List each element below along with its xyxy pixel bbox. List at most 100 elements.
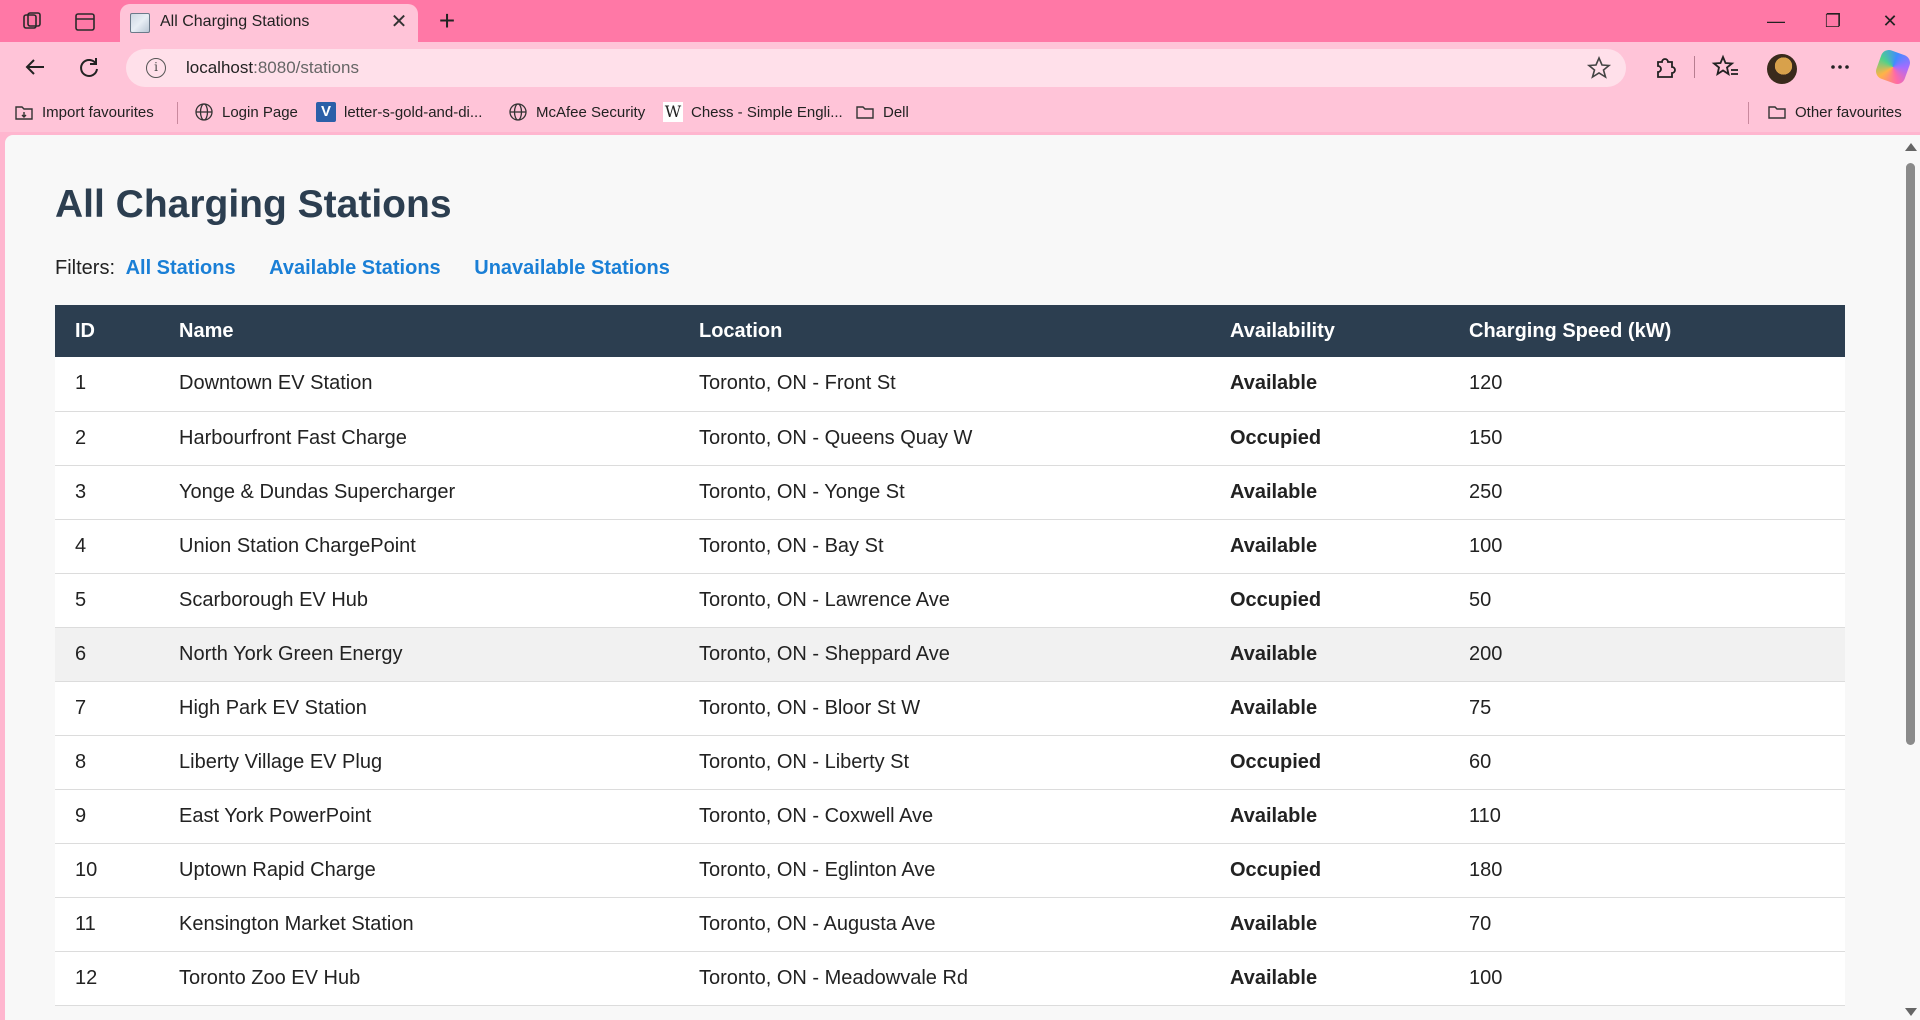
globe-icon [194, 102, 214, 122]
cell-id: 2 [55, 411, 159, 466]
cell-name: Downtown EV Station [159, 357, 679, 412]
cell-id: 5 [55, 573, 159, 628]
bookmark-import-favourites[interactable]: Import favourites [14, 100, 154, 124]
copilot-icon[interactable] [1873, 47, 1913, 87]
cell-charging-speed: 250 [1449, 465, 1845, 520]
back-arrow-icon[interactable] [20, 52, 50, 82]
cell-name: High Park EV Station [159, 681, 679, 736]
url-host: localhost [186, 58, 254, 77]
vertical-scrollbar[interactable] [1900, 135, 1920, 1020]
browser-title-bar: All Charging Stations ✕ + — ❐ ✕ [0, 0, 1920, 42]
bookmark-login-page[interactable]: Login Page [194, 100, 298, 124]
tab-all-charging-stations[interactable]: All Charging Stations ✕ [120, 4, 418, 42]
bookmark-label: McAfee Security [536, 103, 646, 121]
minimize-button[interactable]: — [1756, 6, 1796, 36]
cell-charging-speed: 100 [1449, 951, 1845, 1006]
folder-icon [855, 102, 875, 122]
import-icon [14, 102, 34, 122]
browser-toolbar: i localhost:8080/stations [0, 42, 1920, 92]
tab-actions-icon[interactable] [72, 9, 98, 35]
cell-location: Toronto, ON - Lawrence Ave [679, 573, 1210, 628]
cell-location: Toronto, ON - Eglinton Ave [679, 843, 1210, 898]
close-window-button[interactable]: ✕ [1870, 6, 1910, 36]
url-path: :8080/stations [253, 58, 359, 77]
url-text[interactable]: localhost:8080/stations [186, 58, 359, 78]
profile-avatar[interactable] [1767, 54, 1797, 84]
scrollbar-thumb[interactable] [1906, 163, 1915, 745]
scroll-down-arrow-icon[interactable] [1905, 1008, 1917, 1016]
table-row: 8 Liberty Village EV Plug Toronto, ON - Li… [55, 735, 1845, 790]
cell-charging-speed: 200 [1449, 627, 1845, 682]
refresh-icon[interactable] [74, 52, 104, 82]
bookmarks-divider [177, 102, 178, 124]
bookmark-label: Dell [883, 103, 909, 121]
bookmark-other-favourites[interactable]: Other favourites [1767, 100, 1902, 124]
cell-availability: Available [1210, 357, 1449, 412]
extensions-icon[interactable] [1650, 52, 1680, 82]
new-tab-button[interactable]: + [432, 6, 462, 36]
cell-charging-speed: 100 [1449, 519, 1845, 574]
bookmarks-divider [1748, 102, 1749, 124]
bookmark-chess-simple-english[interactable]: W Chess - Simple Engli... [663, 100, 843, 124]
bookmark-label: Import favourites [42, 103, 154, 121]
workspaces-icon[interactable] [20, 9, 46, 35]
column-header-availability: Availability [1210, 305, 1449, 357]
bookmark-label: Login Page [222, 103, 298, 121]
filter-available-stations-link[interactable]: Available Stations [269, 257, 441, 279]
cell-id: 1 [55, 357, 159, 412]
cell-id: 10 [55, 843, 159, 898]
cell-charging-speed: 60 [1449, 735, 1845, 790]
restore-button[interactable]: ❐ [1813, 6, 1853, 36]
cell-charging-speed: 150 [1449, 411, 1845, 466]
stations-table-body: 1 Downtown EV Station Toronto, ON - Front … [55, 357, 1845, 1006]
toolbar-divider [1694, 56, 1695, 78]
bookmark-dell[interactable]: Dell [855, 100, 909, 124]
table-row: 2 Harbourfront Fast Charge Toronto, ON - Q… [55, 411, 1845, 466]
filter-all-stations-link[interactable]: All Stations [126, 257, 236, 279]
globe-icon [508, 102, 528, 122]
bookmark-letter-s-gold[interactable]: V letter-s-gold-and-di... [316, 100, 482, 124]
more-options-icon[interactable] [1825, 52, 1855, 82]
bookmark-mcafee-security[interactable]: McAfee Security [508, 100, 645, 124]
cell-id: 8 [55, 735, 159, 790]
page-title: All Charging Stations [55, 183, 452, 226]
address-bar[interactable]: i localhost:8080/stations [126, 49, 1626, 87]
cell-name: Harbourfront Fast Charge [159, 411, 679, 466]
scroll-up-arrow-icon[interactable] [1905, 143, 1917, 151]
filter-unavailable-stations-link[interactable]: Unavailable Stations [474, 257, 670, 279]
favorites-icon[interactable] [1711, 52, 1741, 82]
cell-id: 9 [55, 789, 159, 844]
bookmark-label: letter-s-gold-and-di... [344, 103, 483, 121]
cell-name: Uptown Rapid Charge [159, 843, 679, 898]
table-header-row: ID Name Location Availability Charging S… [55, 305, 1845, 357]
cell-availability: Available [1210, 681, 1449, 736]
cell-name: East York PowerPoint [159, 789, 679, 844]
cell-id: 12 [55, 951, 159, 1006]
folder-icon [1767, 102, 1787, 122]
tab-close-icon[interactable]: ✕ [388, 11, 410, 33]
cell-availability: Available [1210, 627, 1449, 682]
cell-charging-speed: 180 [1449, 843, 1845, 898]
cell-availability: Occupied [1210, 735, 1449, 790]
cell-name: Liberty Village EV Plug [159, 735, 679, 790]
cell-location: Toronto, ON - Meadowvale Rd [679, 951, 1210, 1006]
favorite-star-icon[interactable] [1586, 55, 1612, 81]
wikipedia-icon: W [663, 102, 683, 122]
cell-location: Toronto, ON - Yonge St [679, 465, 1210, 520]
v-logo-icon: V [316, 102, 336, 122]
table-row: 4 Union Station ChargePoint Toronto, ON - … [55, 519, 1845, 574]
stations-table: ID Name Location Availability Charging S… [55, 305, 1845, 1006]
cell-availability: Available [1210, 465, 1449, 520]
bookmarks-bar: Import favourites Login Page V letter-s-… [0, 92, 1920, 132]
cell-location: Toronto, ON - Bay St [679, 519, 1210, 574]
cell-charging-speed: 75 [1449, 681, 1845, 736]
cell-availability: Available [1210, 519, 1449, 574]
column-header-charging-speed: Charging Speed (kW) [1449, 305, 1845, 357]
table-row: 10 Uptown Rapid Charge Toronto, ON - Eglin… [55, 843, 1845, 898]
site-info-icon[interactable]: i [146, 58, 166, 78]
table-row: 5 Scarborough EV Hub Toronto, ON - Lawrenc… [55, 573, 1845, 628]
table-row: 3 Yonge & Dundas Supercharger Toronto, ON … [55, 465, 1845, 520]
cell-availability: Occupied [1210, 843, 1449, 898]
cell-name: Yonge & Dundas Supercharger [159, 465, 679, 520]
cell-availability: Occupied [1210, 411, 1449, 466]
